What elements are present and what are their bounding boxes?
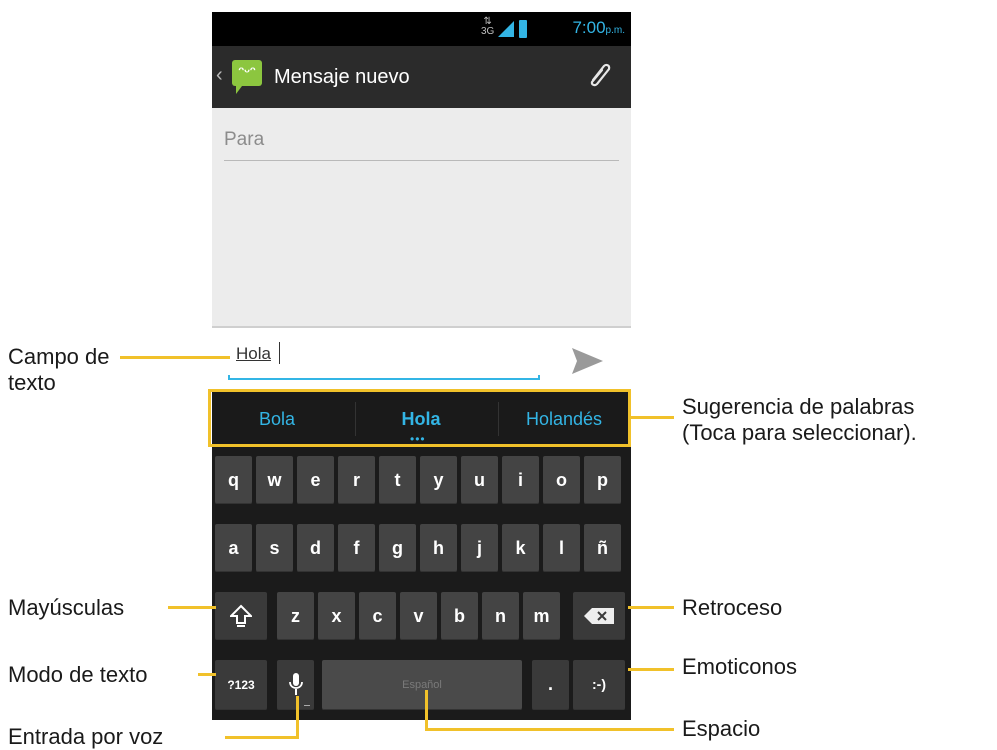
key-q[interactable]: q [215,456,252,504]
backspace-key[interactable] [573,592,625,640]
callout-line [120,356,230,359]
key-o[interactable]: o [543,456,580,504]
callout-line [628,668,674,671]
callout-line [631,416,674,419]
emoticon-key[interactable]: :-) [573,660,625,710]
key-f[interactable]: f [338,524,375,572]
key-x[interactable]: x [318,592,355,640]
label-espacio: Espacio [682,716,761,741]
back-chevron-icon[interactable]: ‹ [216,64,223,87]
message-text-field[interactable]: Hola [236,344,271,364]
send-icon[interactable] [570,346,604,376]
callout-line [225,736,299,739]
key-l[interactable]: l [543,524,580,572]
label-modo-texto: Modo de texto [8,662,148,687]
shift-key[interactable] [215,592,267,640]
key-t[interactable]: t [379,456,416,504]
callout-line [168,606,216,609]
label-sugerencias-1: Sugerencia de palabras [682,394,915,419]
label-entrada-voz: Entrada por voz [8,724,164,749]
key-d[interactable]: d [297,524,334,572]
callout-line [425,728,674,731]
status-time: 7:00p.m. [572,18,625,37]
callout-line [425,690,428,731]
key-i[interactable]: i [502,456,539,504]
key-u[interactable]: u [461,456,498,504]
key-n-tilde[interactable]: ñ [584,524,621,572]
text-field-underline [228,375,540,380]
microphone-icon [288,673,303,695]
compose-area: Para [212,108,631,326]
key-h[interactable]: h [420,524,457,572]
key-e[interactable]: e [297,456,334,504]
message-input-bar: Hola [212,328,631,390]
callout-line [198,673,216,676]
label-sugerencias-2: (Toca para seleccionar). [682,420,917,445]
text-cursor [279,342,280,364]
key-r[interactable]: r [338,456,375,504]
messaging-icon[interactable]: ᵔᵕᵔ [232,60,262,94]
key-p[interactable]: p [584,456,621,504]
recipient-field[interactable]: Para [224,129,264,151]
key-b[interactable]: b [441,592,478,640]
keyboard: q w e r t y u i o p a s d f g h j k l ñ … [212,448,631,720]
label-campo-texto: Campo de texto [8,344,110,395]
recipient-underline [224,160,619,161]
label-mayusculas: Mayúsculas [8,595,125,620]
paperclip-icon[interactable] [585,60,615,90]
label-retroceso: Retroceso [682,595,783,620]
signal-icon [498,21,514,37]
key-z[interactable]: z [277,592,314,640]
key-a[interactable]: a [215,524,252,572]
callout-line [296,696,299,739]
callout-line [628,606,674,609]
key-n[interactable]: n [482,592,519,640]
phone-screen: ⇅ 3G 7:00p.m. ‹ ᵔᵕᵔ Mensaje nuevo Para Ho… [212,12,631,720]
suggestion-callout-box [208,389,631,447]
key-v[interactable]: v [400,592,437,640]
key-c[interactable]: c [359,592,396,640]
key-m[interactable]: m [523,592,560,640]
label-emoticonos: Emoticonos [682,654,797,679]
network-3g-icon: ⇅ 3G [481,16,495,37]
text-mode-key[interactable]: ?123 [215,660,267,710]
key-s[interactable]: s [256,524,293,572]
key-k[interactable]: k [502,524,539,572]
backspace-icon [584,608,614,624]
action-bar: ‹ ᵔᵕᵔ Mensaje nuevo [212,46,631,108]
key-w[interactable]: w [256,456,293,504]
status-bar: ⇅ 3G 7:00p.m. [212,12,631,46]
shift-arrow-icon [228,604,254,627]
period-key[interactable]: . [532,660,569,710]
page-title: Mensaje nuevo [274,66,410,88]
key-g[interactable]: g [379,524,416,572]
key-j[interactable]: j [461,524,498,572]
battery-icon [519,20,527,38]
space-key[interactable]: Español [322,660,522,710]
key-y[interactable]: y [420,456,457,504]
